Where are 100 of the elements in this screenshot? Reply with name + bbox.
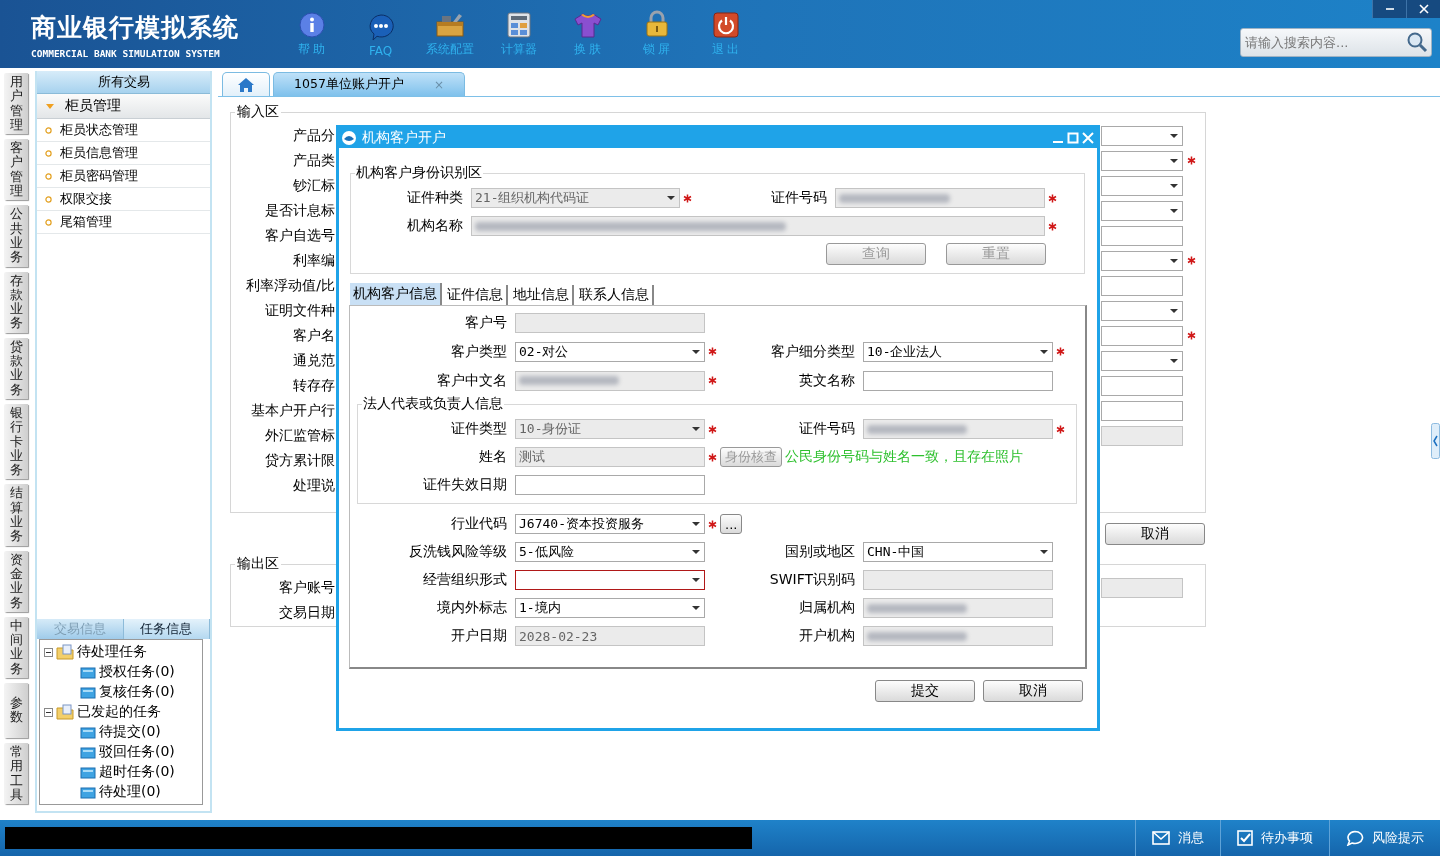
tab[interactable]: 联系人信息 [576,285,654,305]
close-icon [1418,4,1429,14]
field-label: 开户机构 [798,627,856,645]
dropdown-field[interactable]: 5-低风险 [515,542,705,562]
module-tab[interactable]: 存款业务 [4,271,28,333]
field-label: 钞汇标 [292,176,335,195]
close-icon[interactable] [1082,132,1094,144]
menu-item[interactable]: 柜员信息管理 [37,142,210,165]
status-button[interactable]: 消息 [1135,820,1220,856]
search-field[interactable]: 请输入搜索内容... [1240,28,1432,57]
collapse-icon[interactable] [44,647,53,657]
dropdown-field[interactable]: 1-境内 [515,598,705,618]
field-label: 证件号码 [770,189,828,207]
caret-icon [1040,550,1048,554]
module-tab[interactable]: 贷款业务 [4,337,28,399]
cancel-button[interactable]: 取消 [1105,523,1205,545]
tree-item[interactable]: 复核任务(0) [80,682,202,702]
tab[interactable] [222,72,270,96]
field-label: 客户中文名 [436,371,508,390]
caret-icon [1170,208,1178,213]
folder-icon [80,685,96,699]
dropdown-field[interactable] [1101,150,1183,171]
button[interactable]: ... [720,514,743,534]
field-label: 贷方累计限 [264,451,335,470]
tab[interactable]: 机构客户信息 [350,283,442,305]
collapse-icon[interactable] [44,707,53,717]
tab[interactable]: 1057单位账户开户 × [273,72,465,96]
module-tab[interactable]: 结算业务 [4,484,28,546]
folder-icon [80,665,96,679]
maximize-icon[interactable] [1067,132,1079,144]
calculator-icon [506,12,531,38]
dropdown-field[interactable] [1101,350,1183,371]
tree-item[interactable]: 驳回任务(0) [80,742,202,762]
input-field[interactable] [1101,225,1183,246]
tree-item[interactable]: 待处理(0) [80,782,202,802]
module-tab[interactable]: 银行卡业务 [4,403,28,480]
tab[interactable]: 地址信息 [510,285,574,305]
minimize-button[interactable] [1372,0,1406,18]
dropdown-field[interactable] [1101,200,1183,221]
tree-item[interactable]: 待提交(0) [80,722,202,742]
module-tab[interactable]: 客户管理 [4,139,28,201]
input-field[interactable] [1101,400,1183,421]
input-field[interactable] [863,370,1053,391]
input-field[interactable] [515,475,705,495]
menu-item[interactable]: 权限交接 [37,188,210,211]
circle-icon [45,172,52,180]
close-button[interactable] [1406,0,1440,18]
module-tab[interactable]: 常用工具 [4,743,28,805]
tree-item[interactable]: 超时任务(0) [80,762,202,782]
dropdown-field[interactable] [1101,250,1183,271]
module-tab[interactable]: 公共业务 [4,205,28,267]
field-label: 反洗钱风险等级 [408,543,508,561]
dropdown-field[interactable] [515,570,705,590]
collapse-handle[interactable] [1431,423,1440,459]
caret-icon [1040,349,1048,354]
caret-icon [1170,183,1178,188]
field-label: 证件种类 [406,189,464,207]
tree-item[interactable]: 已发起的任务 [44,702,202,722]
field-label: 证明文件种 [264,301,335,320]
module-tab[interactable]: 参数 [4,683,28,738]
menu-item[interactable]: 柜员密码管理 [37,165,210,188]
caret-icon [692,606,700,610]
dropdown-field[interactable] [1101,175,1183,196]
dropdown-field[interactable]: CHN-中国 [863,542,1053,562]
field-label: 客户自选号 [264,226,335,245]
dropdown-field[interactable]: 02-对公 [515,341,705,362]
dropdown-field[interactable] [1101,300,1183,321]
field-label: 客户账号 [278,578,335,597]
caret-icon [1170,358,1178,363]
button[interactable]: 取消 [983,680,1083,702]
tree-item[interactable]: 授权任务(0) [80,662,202,682]
tab[interactable]: 任务信息 [123,619,210,639]
field-label: 证件号码 [798,420,856,438]
dropdown-field[interactable] [1101,125,1183,146]
field-label: 行业代码 [450,515,508,533]
button[interactable]: 提交 [875,680,975,702]
module-tab[interactable]: 中间业务 [4,616,28,678]
folder-icon [56,644,74,660]
module-tab[interactable]: 用户管理 [4,73,28,135]
tree-item[interactable]: 待处理任务 [44,642,202,662]
input-field[interactable] [1101,325,1183,346]
shirt-icon [573,12,602,38]
dropdown-field[interactable]: 10-企业法人 [863,341,1053,362]
circle-icon [45,149,52,157]
field-label: 客户细分类型 [770,342,856,361]
tab[interactable]: 证件信息 [444,285,508,305]
input-field[interactable] [1101,375,1183,396]
field-label: 客户号 [464,313,508,332]
status-button[interactable]: 风险提示 [1329,820,1440,856]
app-icon [341,130,357,146]
menu-item[interactable]: 尾箱管理 [37,211,210,234]
menu-group[interactable]: 柜员管理 [37,94,210,119]
dropdown-field[interactable]: J6740-资本投资服务 [515,514,705,534]
menu-item[interactable]: 柜员状态管理 [37,119,210,142]
chat-bubble-icon [1346,830,1364,846]
status-button[interactable]: 待办事项 [1220,820,1329,856]
module-tab[interactable]: 资金业务 [4,550,28,612]
field-label: 基本户开户行 [250,401,335,420]
input-field[interactable] [1101,275,1183,296]
field-label: 产品类 [292,151,335,170]
